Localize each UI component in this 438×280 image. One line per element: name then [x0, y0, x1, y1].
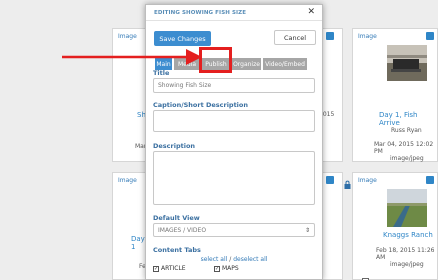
card-title[interactable]: Knaggs Ranch: [383, 231, 433, 239]
select-links: select all / deselect all: [146, 256, 322, 263]
select-arrows-icon: ⇕: [304, 227, 310, 234]
annotation-arrow: [62, 49, 202, 65]
tab-organize[interactable]: Organize: [231, 57, 262, 71]
default-view-label: Default View: [153, 214, 200, 222]
title-label: Title: [153, 69, 170, 77]
card-thumbnail[interactable]: [387, 189, 427, 227]
card-mime-type: image/jpeg: [390, 261, 424, 268]
caption-textarea[interactable]: [153, 110, 315, 132]
card-edit-button[interactable]: [426, 32, 434, 40]
card-author: Russ Ryan: [391, 127, 422, 134]
lock-icon: [343, 174, 352, 189]
checkbox-maps[interactable]: ✓ MAPS: [214, 265, 239, 272]
card-date: Feb 18, 2015 11:26 AM: [376, 247, 435, 261]
card-edit-button[interactable]: [426, 176, 434, 184]
card-thumbnail[interactable]: [387, 45, 427, 81]
annotation-highlight-box: [199, 47, 232, 73]
card-date: Mar 04, 2015 12:02 PM: [374, 141, 434, 155]
save-changes-button[interactable]: Save Changes: [154, 31, 211, 46]
default-view-select[interactable]: IMAGES / VIDEO ⇕: [153, 223, 315, 237]
ranch-photo: [387, 189, 427, 227]
card-type-label: Image: [358, 177, 377, 184]
description-textarea[interactable]: [153, 151, 315, 205]
card-type-label: Image: [118, 33, 137, 40]
checkbox-checked-icon[interactable]: ✓: [214, 265, 220, 272]
card-edit-button[interactable]: [326, 32, 334, 40]
modal-header: EDITING SHOWING FISH SIZE ✕: [146, 5, 322, 21]
content-tabs-label: Content Tabs: [153, 246, 201, 254]
deselect-all-link[interactable]: deselect all: [233, 256, 267, 263]
link-separator: /: [229, 256, 232, 263]
media-card[interactable]: Image Knaggs Ranch Feb 18, 2015 11:26 AM…: [352, 172, 438, 280]
tab-video-embed[interactable]: Video/Embed: [262, 57, 308, 71]
card-type-label: Image: [118, 177, 137, 184]
select-all-link[interactable]: select all: [201, 256, 228, 263]
card-edit-button[interactable]: [326, 176, 334, 184]
description-label: Description: [153, 142, 196, 150]
card-type-label: Image: [358, 33, 377, 40]
media-card[interactable]: Image Day 1, Fish Arrive Russ Ryan Mar 0…: [344, 28, 438, 189]
cancel-button[interactable]: Cancel: [274, 30, 316, 45]
default-view-value: IMAGES / VIDEO: [158, 227, 207, 234]
truck-photo: [387, 45, 427, 81]
close-icon[interactable]: ✕: [307, 8, 315, 17]
card-mime-type: image/jpeg: [390, 155, 424, 162]
card-title[interactable]: Day 1, Fish Arrive: [379, 111, 437, 127]
caption-label: Caption/Short Description: [153, 101, 249, 109]
modal-title: EDITING SHOWING FISH SIZE: [154, 10, 247, 16]
checkbox-label: ARTICLE: [161, 265, 186, 272]
add-to-collection-icon[interactable]: [362, 271, 371, 280]
title-input[interactable]: Showing Fish Size: [153, 78, 315, 93]
checkbox-checked-icon[interactable]: ✓: [153, 265, 159, 272]
checkbox-article[interactable]: ✓ ARTICLE: [153, 265, 186, 272]
checkbox-label: MAPS: [222, 265, 239, 272]
